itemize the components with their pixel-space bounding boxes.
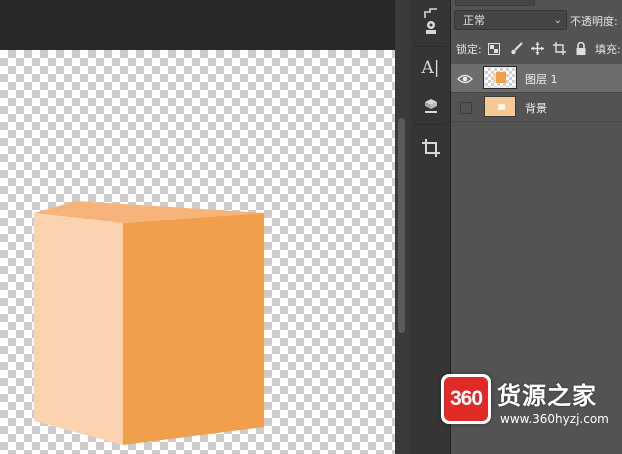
lock-label: 锁定: [456,43,482,56]
thumbnail-shape [498,104,505,110]
lock-row: 锁定: 填充: [451,38,622,58]
cube-shape[interactable] [28,195,268,450]
stamp-icon[interactable] [417,14,444,41]
watermark-logo-text: 360 [444,377,488,421]
crop-icon[interactable] [417,134,444,161]
canvas-scrollbar-thumb[interactable] [398,118,405,333]
blend-mode-row: 正常 ⌄ 不透明度: [451,10,622,32]
visibility-toggle-empty[interactable] [460,102,472,114]
tool-separator [415,46,446,47]
canvas-top-margin [0,0,395,50]
thumbnail-cube [496,72,506,83]
opacity-label: 不透明度: [570,15,618,28]
watermark-url: www.360hyzj.com [500,412,609,426]
lock-artboard-icon[interactable] [553,40,567,55]
cube-side-face [34,213,123,445]
3d-icon[interactable] [417,92,444,119]
cube-front-face [123,213,264,445]
tool-separator [415,124,446,125]
layer-name[interactable]: 背景 [525,100,547,116]
character-glyph: A| [421,57,440,78]
blend-mode-select[interactable]: 正常 ⌄ [454,10,567,30]
panel-tab-bar [451,0,622,6]
blend-mode-value: 正常 [463,14,485,27]
watermark-title: 货源之家 [497,382,597,410]
document-canvas[interactable] [0,50,395,454]
lock-all-icon[interactable] [575,40,589,55]
filter-field-edge[interactable] [455,0,535,6]
lock-paint-icon[interactable] [510,40,524,55]
lock-move-icon[interactable] [531,40,545,55]
eye-visibility-icon[interactable] [457,71,473,85]
character-paragraph-icon[interactable]: A| [417,54,444,81]
lock-transparent-icon[interactable] [488,40,502,55]
layer-row[interactable]: 背景 [451,93,622,122]
layer-row[interactable]: 图层 1 [451,64,622,93]
chevron-down-icon: ⌄ [553,15,562,26]
layer-name[interactable]: 图层 1 [525,71,558,87]
watermark-logo: 360 [441,374,491,424]
layer-thumbnail[interactable] [484,96,516,117]
watermark: 360 货源之家 www.360hyzj.com [441,372,622,434]
layer-thumbnail[interactable] [483,66,517,89]
fill-label: 填充: [595,43,621,56]
